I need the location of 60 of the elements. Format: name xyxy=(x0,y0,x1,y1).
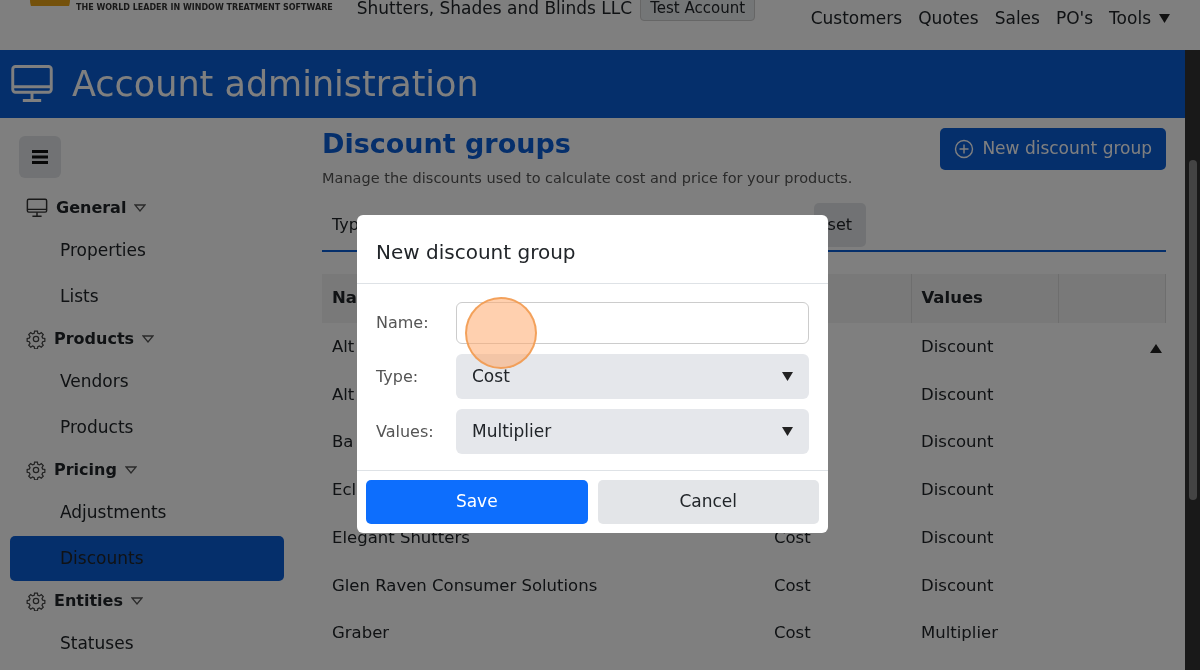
table-cell-text: Multiplier xyxy=(920,622,999,645)
gear-icon xyxy=(26,591,46,611)
field-label: Values: xyxy=(376,420,435,443)
table-cell-text: Discount xyxy=(920,479,995,502)
page-title: Account administration xyxy=(72,63,479,105)
nav-link[interactable]: Tools xyxy=(1109,6,1170,32)
new-group-button[interactable]: New discount group xyxy=(940,128,1166,170)
page-description: Manage the discounts used to calculate cost and price for your products. xyxy=(322,169,853,189)
gear-icon xyxy=(26,460,46,480)
table-cell-text: Discount xyxy=(920,383,995,406)
sidebar-item[interactable]: Products xyxy=(10,404,284,450)
monitor-icon xyxy=(26,197,48,219)
modal-title: New discount group xyxy=(376,240,576,264)
group-name-link[interactable]: Graber xyxy=(332,623,390,643)
logo-icon xyxy=(30,0,70,6)
group-name-link[interactable]: Alt xyxy=(332,384,355,404)
caret-icon xyxy=(782,427,793,436)
gear-icon xyxy=(26,329,46,349)
logo-tagline: THE WORLD LEADER IN WINDOW TREATMENT SOFTWARE xyxy=(76,2,333,14)
sidebar-group[interactable]: Products xyxy=(10,319,284,359)
table-cell-text: Discount xyxy=(920,431,995,454)
select-field[interactable]: Cost xyxy=(456,354,809,399)
sidebar-item[interactable]: Lists xyxy=(10,273,284,319)
group-name-link[interactable]: Ba xyxy=(332,432,354,452)
nav-link[interactable]: Sales xyxy=(994,6,1040,32)
table-cell-text: Cost xyxy=(773,574,812,597)
sidebar-item[interactable]: Adjustments xyxy=(10,490,284,536)
caret-icon xyxy=(782,372,793,381)
table-cell-text: Discount xyxy=(920,574,995,597)
page-heading: Discount groups xyxy=(322,128,572,161)
scrollbar[interactable] xyxy=(1185,50,1200,670)
filter-label: Typ xyxy=(332,214,359,237)
table-cell: Discount xyxy=(911,322,1058,371)
table-cell-text: Cost xyxy=(773,622,812,645)
nav-link[interactable]: Customers xyxy=(810,6,903,32)
save-button[interactable]: Save xyxy=(366,480,588,524)
sidebar-group[interactable]: Entities xyxy=(10,581,284,621)
table-cell-text: Discount xyxy=(920,526,995,549)
plus-circle-icon xyxy=(954,138,975,159)
nav-link[interactable]: PO's xyxy=(1055,6,1094,32)
menu-icon xyxy=(32,150,48,164)
cancel-button[interactable]: Cancel xyxy=(597,480,819,524)
sidebar-item[interactable]: Statuses xyxy=(10,621,284,667)
sidebar-group[interactable]: General xyxy=(10,188,284,228)
field-label: Type: xyxy=(376,365,420,388)
group-name-link[interactable]: Glen Raven Consumer Solutions xyxy=(332,575,598,595)
sidebar-group[interactable]: Pricing xyxy=(10,450,284,490)
sidebar-item[interactable]: Vendors xyxy=(10,359,284,405)
nav-link[interactable]: Quotes xyxy=(918,6,979,32)
caret-icon xyxy=(1159,14,1170,24)
input-field[interactable] xyxy=(456,302,809,344)
menu-button[interactable] xyxy=(19,136,61,178)
column-header: Values xyxy=(911,274,1058,323)
sidebar-item[interactable]: Properties xyxy=(10,228,284,274)
account-badge: Test Account xyxy=(640,0,756,21)
select-field[interactable]: Multiplier xyxy=(456,409,809,454)
group-name-link[interactable]: Alt xyxy=(332,336,355,356)
group-name-link[interactable]: Ecl xyxy=(332,480,357,500)
sort-arrow-icon[interactable] xyxy=(1150,344,1162,353)
company-name: Shutters, Shades and Blinds LLC xyxy=(356,0,633,20)
